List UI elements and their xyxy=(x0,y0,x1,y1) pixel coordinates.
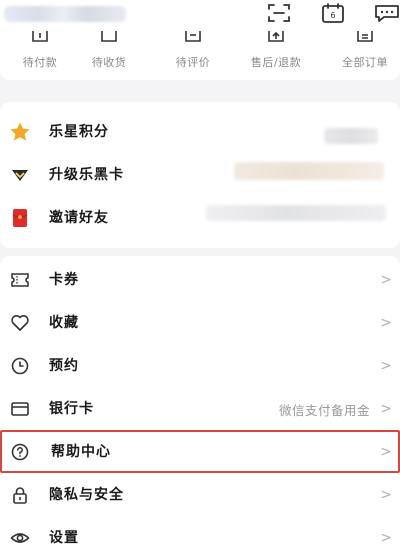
row-settings[interactable]: 设置 > xyxy=(0,516,400,544)
coupon-icon xyxy=(11,273,29,287)
svg-text:6: 6 xyxy=(330,11,335,20)
order-label: 待付款 xyxy=(22,56,58,69)
clock-icon xyxy=(11,357,29,375)
chevron-right-icon: > xyxy=(380,358,392,374)
chevron-right-icon: > xyxy=(380,272,392,288)
row-label: 预约 xyxy=(49,358,79,374)
row-help-center[interactable]: 帮助中心 > xyxy=(0,430,400,473)
order-pending-review[interactable]: 待评价 xyxy=(153,30,233,80)
order-status-bar: 待付款 待收货 待评价 售后/退款 全部订单 xyxy=(0,30,400,80)
order-after-sales[interactable]: 售后/退款 xyxy=(236,30,316,80)
refund-icon xyxy=(268,31,284,42)
row-privacy-security[interactable]: 隐私与安全 > xyxy=(0,473,400,516)
bank-card-icon xyxy=(11,402,29,416)
row-label: 邀请好友 xyxy=(49,210,109,226)
chevron-right-icon: > xyxy=(380,401,392,417)
black-card-value-blurred xyxy=(234,162,384,180)
chevron-right-icon: > xyxy=(380,530,392,544)
box-icon xyxy=(101,31,117,42)
username-blurred[interactable] xyxy=(4,6,126,22)
chevron-right-icon: > xyxy=(380,444,392,460)
help-icon xyxy=(11,443,29,461)
bank-card-value: 微信支付备用金 xyxy=(278,403,370,418)
order-label: 待收货 xyxy=(91,56,127,69)
row-points[interactable]: 乐星积分 xyxy=(0,110,400,153)
row-label: 设置 xyxy=(49,530,79,544)
points-value-blurred xyxy=(324,128,378,144)
row-label: 帮助中心 xyxy=(51,444,111,460)
lock-icon xyxy=(13,487,27,504)
invite-value-blurred xyxy=(206,205,386,221)
review-icon xyxy=(185,31,201,42)
row-label: 银行卡 xyxy=(49,401,94,417)
order-pending-payment[interactable]: 待付款 xyxy=(0,30,80,80)
settings-icon xyxy=(10,533,30,543)
chevron-right-icon: > xyxy=(380,315,392,331)
diamond-icon xyxy=(12,170,28,181)
wallet-icon xyxy=(32,31,48,42)
scan-icon[interactable] xyxy=(266,2,292,24)
message-icon[interactable] xyxy=(374,2,400,24)
row-favorites[interactable]: 收藏 > xyxy=(0,301,400,344)
row-label: 乐星积分 xyxy=(49,124,109,140)
row-label: 隐私与安全 xyxy=(49,487,124,503)
order-label: 待评价 xyxy=(175,56,211,69)
order-label: 全部订单 xyxy=(342,56,388,69)
star-icon xyxy=(10,122,30,141)
rewards-card: 乐星积分 升级乐黑卡 邀请好友 xyxy=(0,102,400,248)
row-label: 卡券 xyxy=(49,272,79,288)
row-label: 收藏 xyxy=(49,315,79,331)
row-reservations[interactable]: 预约 > xyxy=(0,344,400,387)
order-pending-receipt[interactable]: 待收货 xyxy=(69,30,149,80)
heart-icon xyxy=(11,315,29,331)
row-coupons[interactable]: 卡券 > xyxy=(0,258,400,301)
menu-card: 卡券 > 收藏 > 预约 > 银行卡 微信支付备用金 > 帮助中心 > 隐私与安… xyxy=(0,256,400,544)
orders-icon xyxy=(357,31,373,42)
calendar-icon[interactable]: 6 xyxy=(320,2,346,24)
chevron-right-icon: > xyxy=(380,487,392,503)
order-all[interactable]: 全部订单 xyxy=(325,30,400,80)
red-envelope-icon xyxy=(12,209,28,227)
top-bar: 6 xyxy=(0,0,400,30)
row-label: 升级乐黑卡 xyxy=(49,167,124,183)
order-label: 售后/退款 xyxy=(250,56,302,69)
row-bank-card[interactable]: 银行卡 微信支付备用金 > xyxy=(0,387,400,430)
profile-page: 6 待付款 待收货 待评价 售后/退款 全部订单 乐星积分 升级乐黑卡 邀请好友… xyxy=(0,0,400,544)
